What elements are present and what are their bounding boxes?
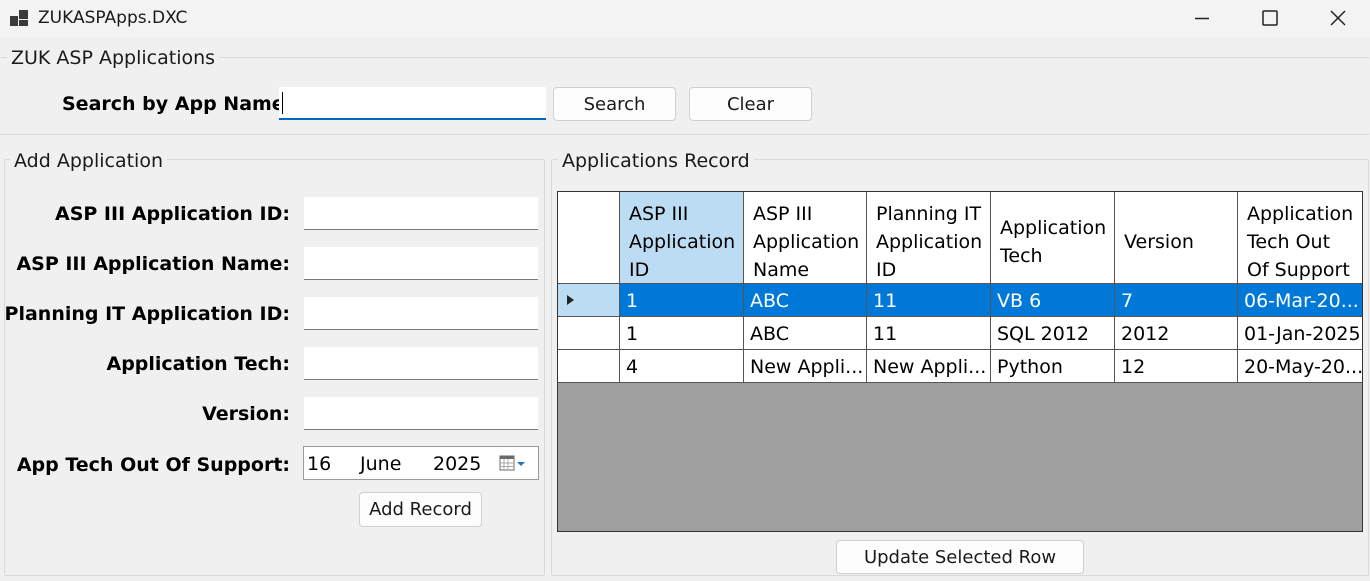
- add-record-button[interactable]: Add Record: [359, 492, 482, 527]
- column-header-out-of-support[interactable]: Application Tech Out Of Support: [1238, 192, 1362, 284]
- asp-app-name-label: ASP III Application Name:: [16, 253, 290, 275]
- clear-button[interactable]: Clear: [689, 87, 812, 121]
- table-cell[interactable]: 1: [620, 284, 744, 317]
- table-cell[interactable]: 12: [1115, 350, 1238, 383]
- app-tech-label: Application Tech:: [106, 353, 290, 375]
- table-cell[interactable]: 06-Mar-20...: [1238, 284, 1362, 317]
- close-button[interactable]: [1304, 0, 1370, 36]
- column-header-version[interactable]: Version: [1115, 192, 1238, 284]
- maximize-icon: [1262, 10, 1278, 26]
- app-window-icon: [10, 10, 28, 26]
- row-header[interactable]: [558, 284, 620, 317]
- maximize-button[interactable]: [1236, 0, 1304, 36]
- grid-corner-header: [558, 192, 620, 284]
- table-cell[interactable]: ABC: [744, 284, 867, 317]
- search-input[interactable]: [279, 87, 546, 120]
- asp-app-id-field[interactable]: [304, 197, 538, 230]
- search-label: Search by App Name:: [62, 93, 293, 115]
- applications-grid[interactable]: ASP III Application ID ASP III Applicati…: [557, 191, 1363, 532]
- table-cell[interactable]: 20-May-20...: [1238, 350, 1362, 383]
- table-cell[interactable]: Python: [991, 350, 1115, 383]
- window-title: ZUKASPApps.DXC: [38, 8, 188, 28]
- date-day[interactable]: 16: [307, 453, 331, 475]
- applications-record-legend: Applications Record: [558, 150, 754, 172]
- column-header-asp-app-name[interactable]: ASP III Application Name: [744, 192, 867, 284]
- calendar-dropdown-icon[interactable]: [499, 454, 529, 474]
- version-label: Version:: [202, 403, 290, 425]
- table-cell[interactable]: 11: [867, 317, 991, 350]
- row-header[interactable]: [558, 317, 620, 350]
- minimize-icon: [1195, 17, 1209, 20]
- out-of-support-label: App Tech Out Of Support:: [16, 454, 290, 476]
- close-icon: [1330, 10, 1346, 26]
- column-header-planning-it-id[interactable]: Planning IT Application ID: [867, 192, 991, 284]
- add-application-legend: Add Application: [10, 150, 167, 172]
- asp-app-id-label: ASP III Application ID:: [55, 203, 290, 225]
- date-year[interactable]: 2025: [433, 453, 481, 475]
- out-of-support-date-picker[interactable]: 16 June 2025: [303, 446, 539, 480]
- table-cell[interactable]: 11: [867, 284, 991, 317]
- table-cell[interactable]: New Appli...: [867, 350, 991, 383]
- table-cell[interactable]: New Appli...: [744, 350, 867, 383]
- row-header[interactable]: [558, 350, 620, 383]
- table-cell[interactable]: SQL 2012: [991, 317, 1115, 350]
- title-bar[interactable]: ZUKASPApps.DXC: [0, 0, 1370, 38]
- table-cell[interactable]: ABC: [744, 317, 867, 350]
- column-header-app-tech[interactable]: Application Tech: [991, 192, 1115, 284]
- planning-it-id-label: Planning IT Application ID:: [4, 303, 290, 325]
- table-cell[interactable]: 4: [620, 350, 744, 383]
- table-cell[interactable]: 01-Jan-2025: [1238, 317, 1362, 350]
- update-selected-row-button[interactable]: Update Selected Row: [836, 540, 1084, 574]
- main-window: ZUKASPApps.DXC ZUK ASP Applications Sear…: [0, 0, 1370, 581]
- asp-app-name-field[interactable]: [304, 247, 538, 280]
- version-field[interactable]: [304, 397, 538, 430]
- search-button[interactable]: Search: [553, 87, 676, 121]
- table-cell[interactable]: VB 6: [991, 284, 1115, 317]
- planning-it-id-field[interactable]: [304, 297, 538, 330]
- row-pointer-icon: [567, 295, 574, 305]
- search-group-legend: ZUK ASP Applications: [7, 47, 220, 69]
- column-header-asp-app-id[interactable]: ASP III Application ID: [620, 192, 744, 284]
- date-month[interactable]: June: [360, 453, 401, 475]
- app-tech-field[interactable]: [304, 347, 538, 380]
- text-caret: [282, 92, 283, 114]
- table-cell[interactable]: 1: [620, 317, 744, 350]
- minimize-button[interactable]: [1168, 0, 1236, 36]
- table-cell[interactable]: 2012: [1115, 317, 1238, 350]
- table-cell[interactable]: 7: [1115, 284, 1238, 317]
